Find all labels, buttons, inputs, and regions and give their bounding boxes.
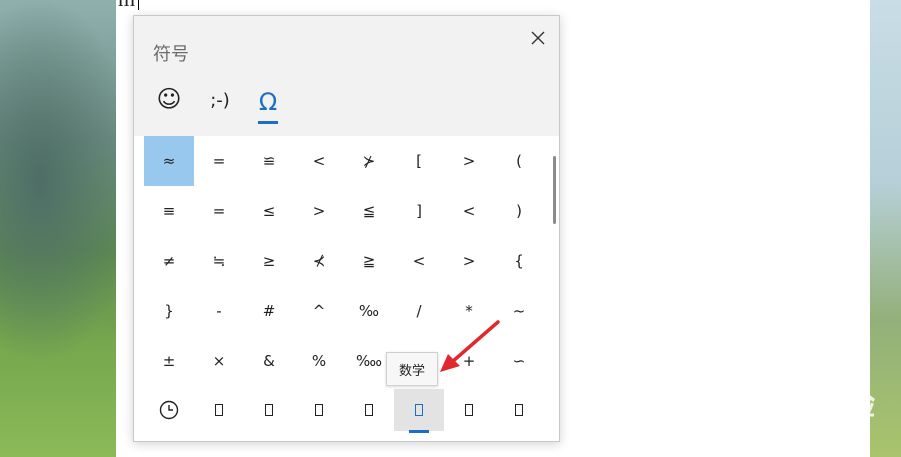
symbol-cell[interactable]: ≒ — [194, 236, 244, 286]
symbol-cell[interactable]: ≠ — [144, 236, 194, 286]
document-text[interactable]: m — [118, 0, 135, 12]
category-math[interactable] — [394, 389, 444, 433]
category-cat8[interactable] — [494, 389, 544, 431]
symbol-cell[interactable]: ) — [494, 186, 544, 236]
text-caret — [138, 0, 139, 10]
symbol-cell[interactable]: ≡ — [144, 186, 194, 236]
close-icon — [531, 31, 545, 45]
symbol-cell[interactable]: - — [194, 286, 244, 336]
symbol-cell[interactable]: > — [294, 186, 344, 236]
active-tab-indicator — [258, 121, 278, 124]
symbol-cell[interactable]: < — [394, 236, 444, 286]
symbol-cell[interactable]: ≧ — [344, 236, 394, 286]
symbol-cell[interactable]: > — [444, 236, 494, 286]
symbol-cell[interactable]: % — [294, 336, 344, 386]
symbol-cell[interactable]: { — [494, 236, 544, 286]
symbol-cell[interactable]: ^ — [294, 286, 344, 336]
symbol-cell[interactable]: ≦ — [344, 186, 394, 236]
watermark: Bai du 经验 jingyan.baidu.com — [690, 380, 876, 435]
category-cat4[interactable] — [294, 389, 344, 431]
category-icon — [465, 404, 473, 416]
symbol-cell[interactable]: & — [244, 336, 294, 386]
symbol-cell[interactable]: = — [194, 186, 244, 236]
category-bar — [134, 389, 559, 441]
tab-kaomoji-label: ;-) — [210, 90, 230, 111]
close-button[interactable] — [524, 24, 552, 52]
symbol-cell[interactable]: # — [244, 286, 294, 336]
omega-icon: Ω — [258, 88, 278, 116]
panel-title: 符号 — [153, 44, 189, 65]
symbol-cell[interactable]: } — [144, 286, 194, 336]
tab-kaomoji[interactable]: ;-) — [202, 84, 238, 128]
symbol-cell[interactable]: ] — [394, 186, 444, 236]
clock-icon — [159, 400, 179, 420]
category-recent[interactable] — [144, 389, 194, 431]
symbol-cell[interactable]: ± — [144, 336, 194, 386]
symbol-cell[interactable]: ‰ — [344, 286, 394, 336]
symbol-cell[interactable]: × — [194, 336, 244, 386]
category-icon — [265, 404, 273, 416]
category-icon — [515, 404, 523, 416]
symbol-cell[interactable]: < — [444, 186, 494, 236]
category-cat2[interactable] — [194, 389, 244, 431]
symbol-cell[interactable]: ( — [494, 136, 544, 186]
symbol-cell[interactable]: ⊁ — [344, 136, 394, 186]
category-icon — [315, 404, 323, 416]
category-cat7[interactable] — [444, 389, 494, 431]
category-icon — [415, 404, 423, 416]
symbol-cell[interactable]: [ — [394, 136, 444, 186]
category-icon — [215, 404, 223, 416]
symbol-cell[interactable]: = — [194, 136, 244, 186]
watermark-logo: Bai du 经验 — [690, 388, 877, 423]
tab-symbols[interactable]: Ω — [252, 84, 284, 128]
symbol-cell[interactable]: ≌ — [244, 136, 294, 186]
category-icon — [365, 404, 373, 416]
category-cat5[interactable] — [344, 389, 394, 431]
scrollbar[interactable] — [553, 156, 556, 224]
active-category-indicator — [409, 430, 429, 433]
category-cat3[interactable] — [244, 389, 294, 431]
category-tooltip: 数学 — [386, 352, 438, 386]
symbol-cell[interactable]: < — [294, 136, 344, 186]
smiley-icon: ☺ — [156, 85, 182, 113]
symbol-cell[interactable]: > — [444, 136, 494, 186]
symbol-cell[interactable]: ≥ — [244, 236, 294, 286]
tab-emoji[interactable]: ☺ — [153, 84, 185, 128]
symbol-cell[interactable]: ≈ — [144, 136, 194, 186]
symbol-cell[interactable]: ≤ — [244, 186, 294, 236]
annotation-arrow — [440, 320, 500, 372]
symbol-cell[interactable]: ⊀ — [294, 236, 344, 286]
